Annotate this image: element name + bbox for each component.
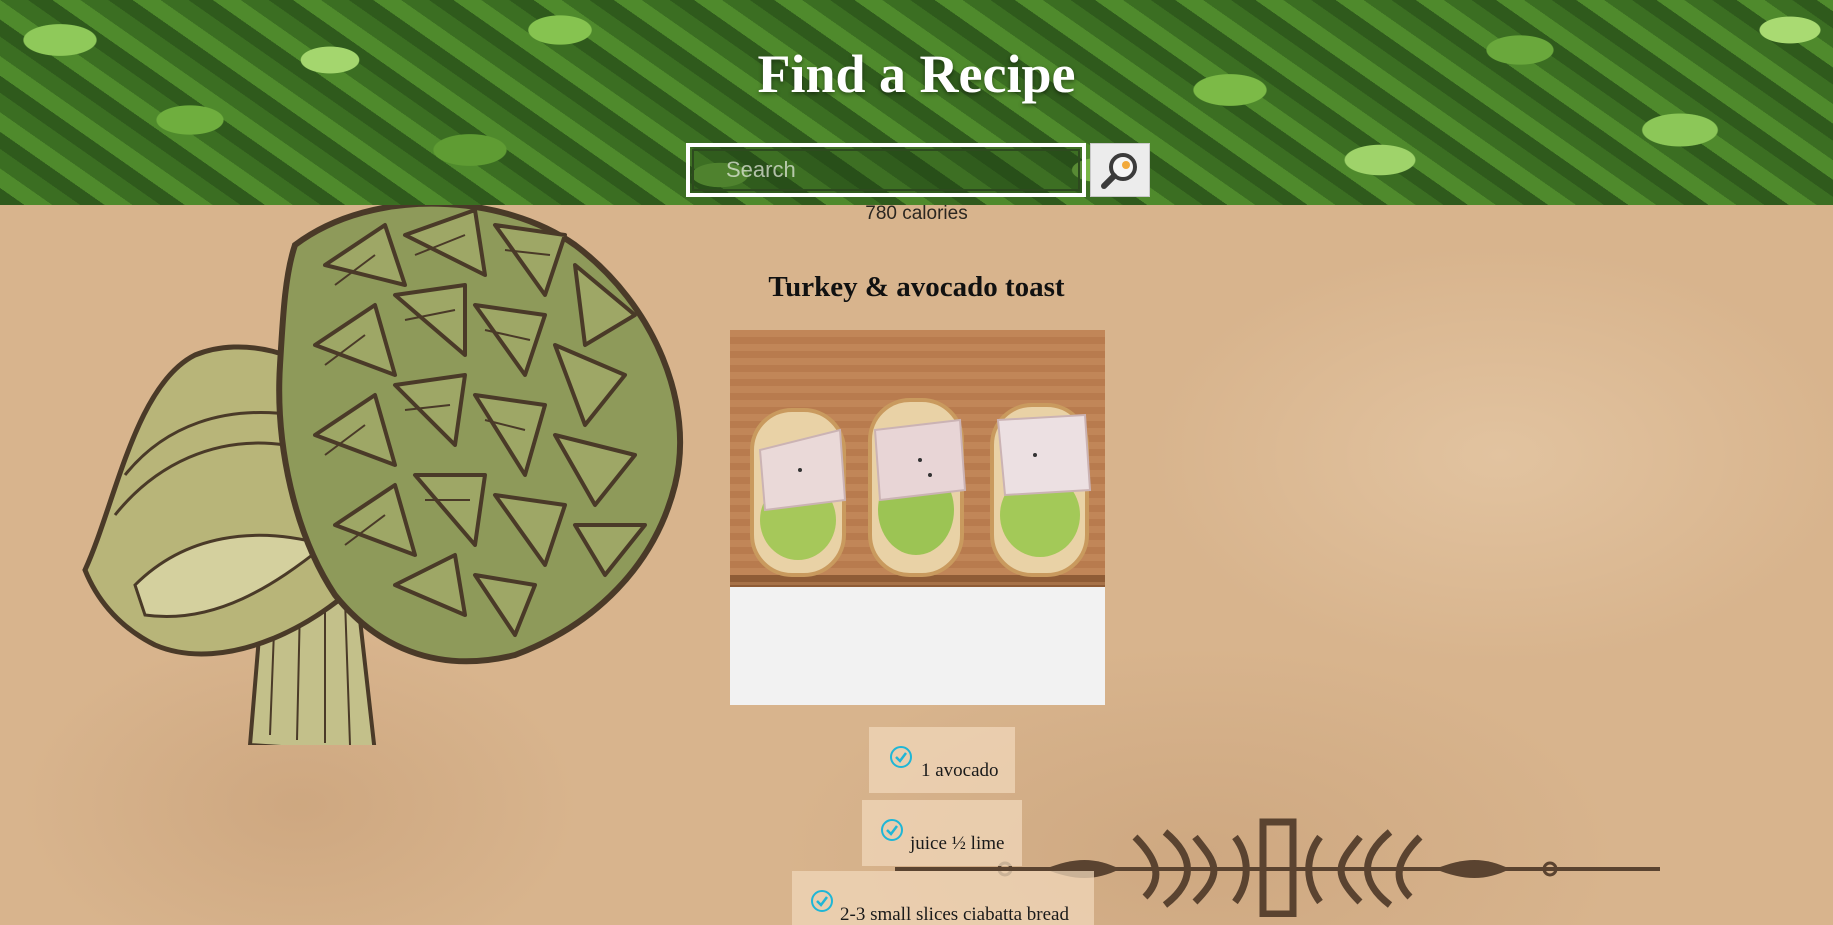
check-circle-icon — [811, 890, 833, 912]
header-banner: Find a Recipe — [0, 0, 1833, 205]
recipe-photo — [730, 330, 1105, 705]
search-button[interactable] — [1090, 143, 1150, 197]
magnifier-icon — [1101, 153, 1137, 189]
search-bar — [686, 143, 1151, 197]
ingredient-item: juice ½ lime — [862, 800, 1022, 866]
ingredient-item: 1 avocado — [869, 727, 1015, 793]
toast-slice — [750, 408, 847, 577]
page-title: Find a Recipe — [757, 44, 1076, 104]
ingredient-text: 1 avocado — [921, 760, 999, 781]
recipe-title: Turkey & avocado toast — [768, 271, 1065, 303]
recipe-area: 780 calories Turkey & avocado toast 1 av… — [0, 205, 1833, 925]
check-circle-icon — [881, 819, 903, 841]
check-circle-icon — [890, 746, 912, 768]
ingredient-item: 2-3 small slices ciabatta bread — [792, 871, 1094, 925]
toast-slice — [990, 403, 1092, 577]
toast-slice — [868, 398, 967, 577]
ingredient-text: 2-3 small slices ciabatta bread — [840, 904, 1069, 925]
calories-label: 780 calories — [865, 205, 968, 224]
ingredient-text: juice ½ lime — [910, 833, 1005, 854]
search-input[interactable] — [686, 143, 1086, 197]
